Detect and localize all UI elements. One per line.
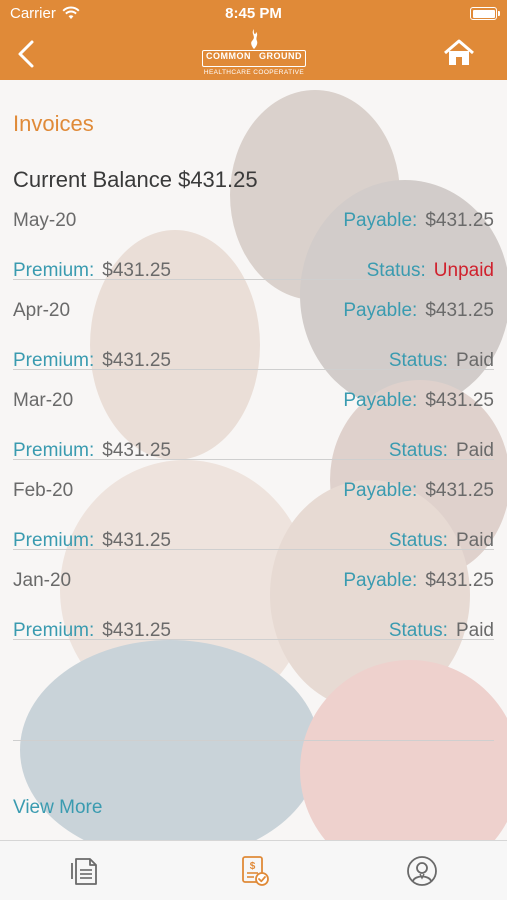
payable-label: Payable: xyxy=(343,480,418,501)
logo-word-left: COMMON xyxy=(206,51,251,61)
premium-value: $431.25 xyxy=(102,350,171,371)
invoice-row[interactable]: Feb-20 Payable: $431.25 Premium: $431.25 S… xyxy=(13,460,494,552)
invoice-payable: Payable: $431.25 xyxy=(343,300,494,322)
invoice-row[interactable]: Apr-20 Payable: $431.25 Premium: $431.25 S… xyxy=(13,280,494,372)
tab-invoices[interactable]: $ xyxy=(236,853,272,889)
svg-text:$: $ xyxy=(250,861,256,872)
invoice-month: Feb-20 xyxy=(13,480,74,501)
status-label: Status: xyxy=(388,440,448,461)
premium-label: Premium: xyxy=(13,620,95,641)
premium-value: $431.25 xyxy=(102,530,171,551)
payable-label: Payable: xyxy=(343,570,418,591)
payable-value: $431.25 xyxy=(425,480,494,501)
payable-value: $431.25 xyxy=(425,570,494,591)
payable-label: Payable: xyxy=(343,300,418,321)
invoice-month: Mar-20 xyxy=(13,390,74,411)
invoice-premium: Premium: $431.25 xyxy=(13,260,171,282)
invoice-status: Status: Paid xyxy=(389,620,494,642)
document-list-icon xyxy=(71,858,97,885)
status-value-paid: Paid xyxy=(455,620,494,641)
status-bar: Carrier 8:45 PM xyxy=(0,0,507,28)
chevron-left-icon xyxy=(18,40,34,68)
invoice-premium: Premium: $431.25 xyxy=(13,620,171,642)
premium-label: Premium: xyxy=(13,350,95,371)
invoice-payable: Payable: $431.25 xyxy=(343,480,494,502)
invoice-status: Status: Paid xyxy=(389,530,494,552)
clock: 8:45 PM xyxy=(225,5,282,22)
payable-value: $431.25 xyxy=(425,210,494,231)
user-profile-icon xyxy=(407,856,437,886)
status-value-paid: Paid xyxy=(455,440,494,461)
invoice-status: Status: Unpaid xyxy=(367,260,494,282)
logo: COMMON GROUND HEALTHCARE COOPERATIVE xyxy=(200,28,308,78)
status-label: Status: xyxy=(366,260,426,281)
invoice-premium: Premium: $431.25 xyxy=(13,440,171,462)
invoice-month: Jan-20 xyxy=(13,570,72,591)
invoice-month: Apr-20 xyxy=(13,300,71,321)
flame-logo-icon xyxy=(251,29,258,49)
view-more-link[interactable]: View More xyxy=(13,797,102,819)
payable-label: Payable: xyxy=(343,390,418,411)
status-value-paid: Paid xyxy=(455,350,494,371)
premium-value: $431.25 xyxy=(102,260,171,281)
invoice-payable: Payable: $431.25 xyxy=(343,390,494,412)
invoice-status: Status: Paid xyxy=(389,440,494,462)
invoice-row[interactable]: Mar-20 Payable: $431.25 Premium: $431.25 S… xyxy=(13,370,494,462)
invoice-row[interactable]: Jan-20 Payable: $431.25 Premium: $431.25 S… xyxy=(13,550,494,642)
home-icon xyxy=(444,39,474,65)
invoice-row[interactable]: May-20 Payable: $431.25 Premium: $431.25 S… xyxy=(13,190,494,282)
status-label: Status: xyxy=(388,350,448,371)
premium-label: Premium: xyxy=(13,260,95,281)
payable-value: $431.25 xyxy=(425,390,494,411)
invoice-payable: Payable: $431.25 xyxy=(343,570,494,592)
premium-label: Premium: xyxy=(13,530,95,551)
nav-bar: COMMON GROUND HEALTHCARE COOPERATIVE xyxy=(0,28,507,80)
tab-documents[interactable] xyxy=(67,853,103,889)
tab-profile[interactable] xyxy=(404,853,440,889)
battery-icon xyxy=(470,7,500,20)
logo-word-right: GROUND xyxy=(259,51,302,61)
divider xyxy=(13,740,494,741)
home-button[interactable] xyxy=(443,38,475,68)
status-label: Status: xyxy=(388,530,448,551)
invoice-payable: Payable: $431.25 xyxy=(343,210,494,232)
premium-label: Premium: xyxy=(13,440,95,461)
tab-bar: $ xyxy=(0,840,507,900)
logo-subtitle: HEALTHCARE COOPERATIVE xyxy=(203,69,305,76)
invoice-premium: Premium: $431.25 xyxy=(13,530,171,552)
invoices-screen: Invoices Current Balance $431.25 May-20 … xyxy=(0,80,507,840)
page-title: Invoices xyxy=(13,111,94,136)
payable-label: Payable: xyxy=(343,210,418,231)
invoice-month: May-20 xyxy=(13,210,77,231)
premium-value: $431.25 xyxy=(102,440,171,461)
premium-value: $431.25 xyxy=(102,620,171,641)
status-value-paid: Paid xyxy=(455,530,494,551)
invoice-premium: Premium: $431.25 xyxy=(13,350,171,372)
invoice-status: Status: Paid xyxy=(389,350,494,372)
payable-value: $431.25 xyxy=(425,300,494,321)
status-value-unpaid: Unpaid xyxy=(433,260,494,281)
back-button[interactable] xyxy=(10,36,46,72)
status-label: Status: xyxy=(388,620,448,641)
invoice-dollar-icon: $ xyxy=(242,856,269,886)
